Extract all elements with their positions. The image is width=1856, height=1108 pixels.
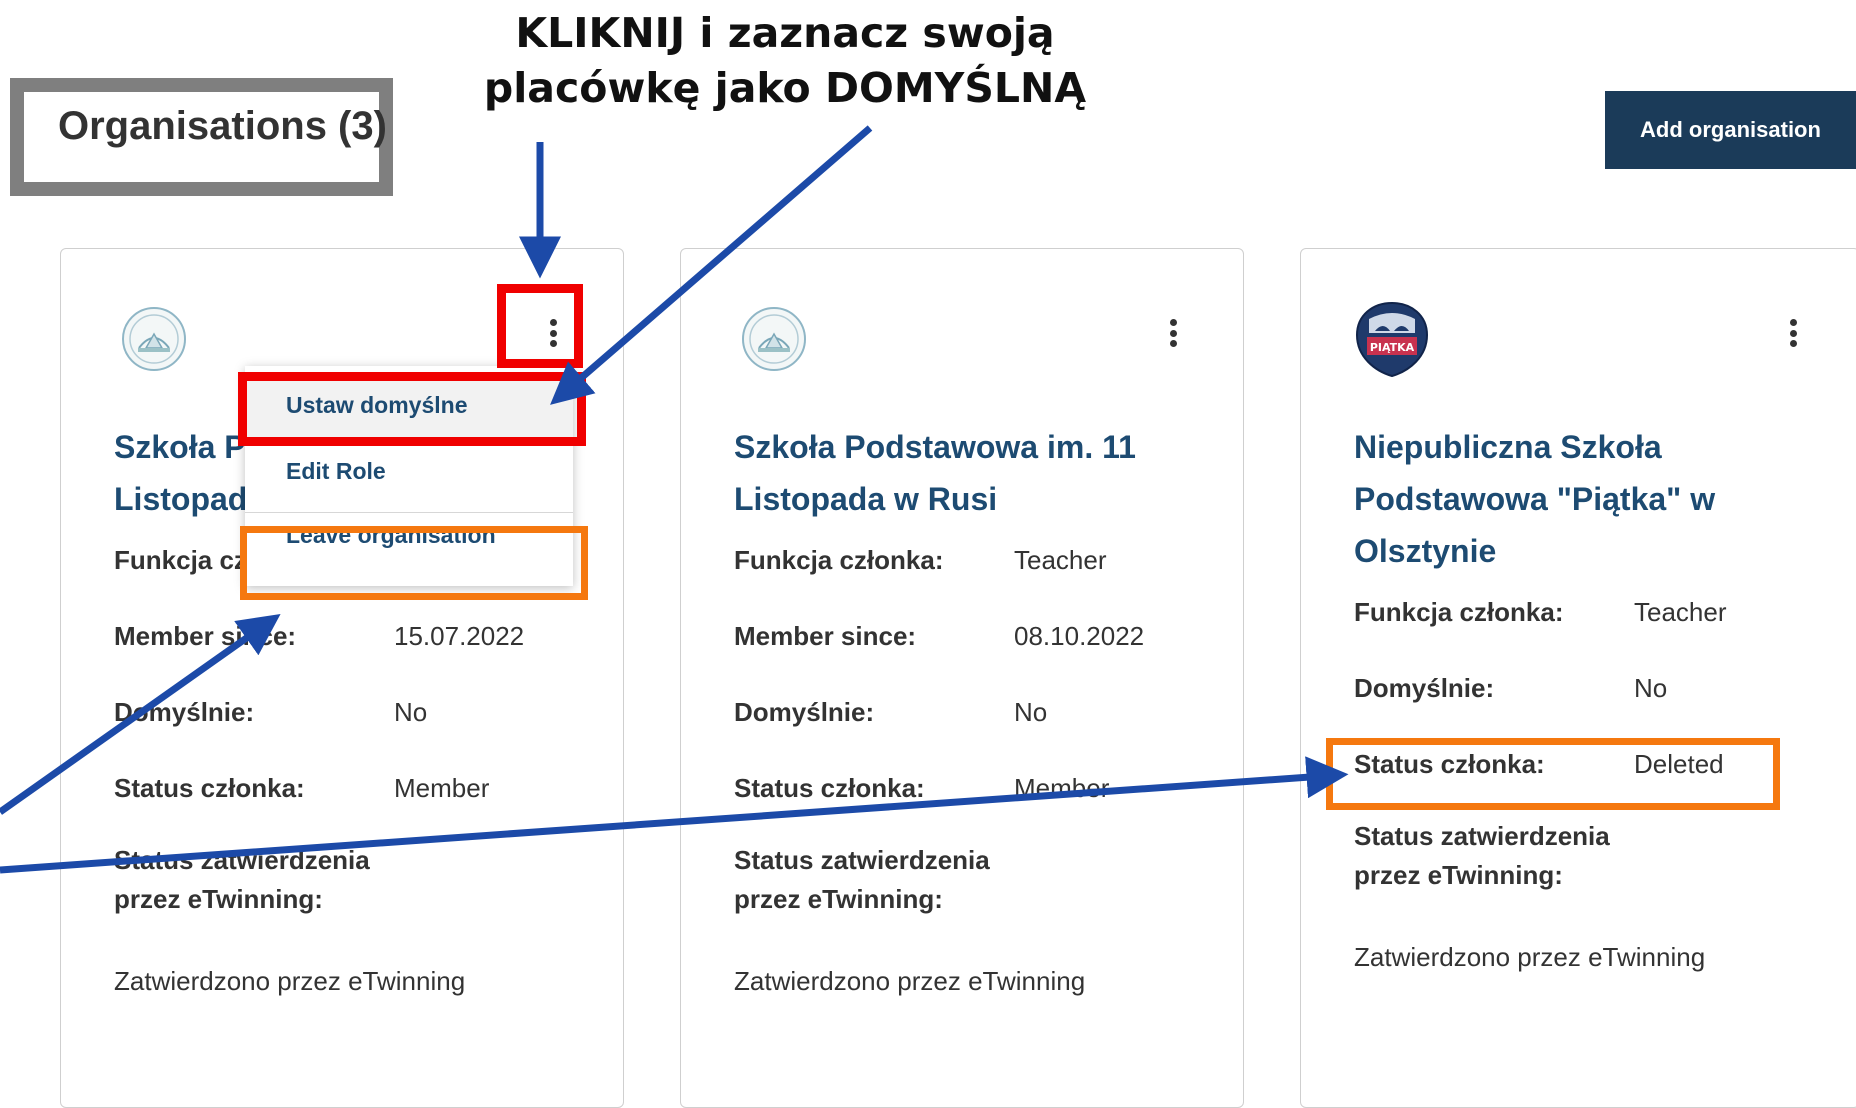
menu-item-set-default[interactable]: Ustaw domyślne	[245, 374, 573, 446]
card-menu-icon[interactable]	[1161, 315, 1185, 351]
page-title: Organisations (3)	[58, 104, 387, 148]
annotation-line-2: placówkę jako DOMYŚLNĄ	[483, 64, 1087, 112]
member-since-label: Member since:	[734, 621, 917, 651]
organisation-name[interactable]: Niepubliczna Szkoła Podstawowa "Piątka" …	[1354, 421, 1774, 577]
status-label: Status członka:	[1354, 749, 1545, 779]
organisation-card-3: PIĄTKA Niepubliczna Szkoła Podstawowa "P…	[1300, 248, 1856, 1108]
member-since-value: 15.07.2022	[394, 621, 525, 651]
organisation-card-2: Szkoła Podstawowa im. 11 Listopada w Rus…	[680, 248, 1244, 1108]
function-label: Funkcja członka:	[1354, 597, 1564, 627]
function-value: Teacher	[1014, 545, 1107, 575]
etwinning-status-value: Zatwierdzono przez eTwinning	[1354, 942, 1706, 972]
function-value: Teacher	[1634, 597, 1727, 627]
card-menu-icon[interactable]	[541, 315, 565, 351]
menu-divider	[245, 512, 573, 513]
etwinning-status-value: Zatwierdzono przez eTwinning	[114, 966, 466, 996]
member-since-label: Member since:	[114, 621, 297, 651]
default-label: Domyślnie:	[1354, 673, 1495, 703]
etwinning-status-label: Status zatwierdzenia przez eTwinning:	[734, 845, 990, 914]
default-label: Domyślnie:	[114, 697, 255, 727]
function-label: Funkcja cz	[114, 545, 247, 575]
piatka-logo-icon: PIĄTKA	[1355, 301, 1429, 378]
card-options-menu: Ustaw domyślne Edit Role Leave organisat…	[245, 366, 573, 586]
school-logo-icon	[742, 307, 806, 371]
etwinning-status-label: Status zatwierdzenia przez eTwinning:	[114, 845, 370, 914]
logo-text: PIĄTKA	[1370, 341, 1415, 354]
add-organisation-button[interactable]: Add organisation	[1605, 91, 1856, 169]
member-since-value: 08.10.2022	[1014, 621, 1145, 651]
menu-item-leave-organisation[interactable]: Leave organisation	[245, 514, 573, 586]
etwinning-status-label: Status zatwierdzenia przez eTwinning:	[1354, 821, 1610, 890]
etwinning-status-value: Zatwierdzono przez eTwinning	[734, 966, 1086, 996]
annotation-text: KLIKNIJ i zaznacz swoją placówkę jako DO…	[440, 6, 1130, 116]
default-value: No	[1634, 673, 1668, 703]
status-label: Status członka:	[734, 773, 925, 803]
card-menu-icon[interactable]	[1781, 315, 1805, 351]
default-label: Domyślnie:	[734, 697, 875, 727]
status-label: Status członka:	[114, 773, 305, 803]
default-value: No	[394, 697, 428, 727]
annotation-line-1: KLIKNIJ i zaznacz swoją	[515, 9, 1055, 57]
function-label: Funkcja członka:	[734, 545, 944, 575]
status-value: Member	[1014, 773, 1110, 803]
organisation-name[interactable]: Szkoła Podstawowa im. 11 Listopada w Rus…	[734, 421, 1204, 525]
school-logo-icon	[122, 307, 186, 371]
default-value: No	[1014, 697, 1048, 727]
status-value: Deleted	[1634, 749, 1724, 779]
status-value: Member	[394, 773, 490, 803]
